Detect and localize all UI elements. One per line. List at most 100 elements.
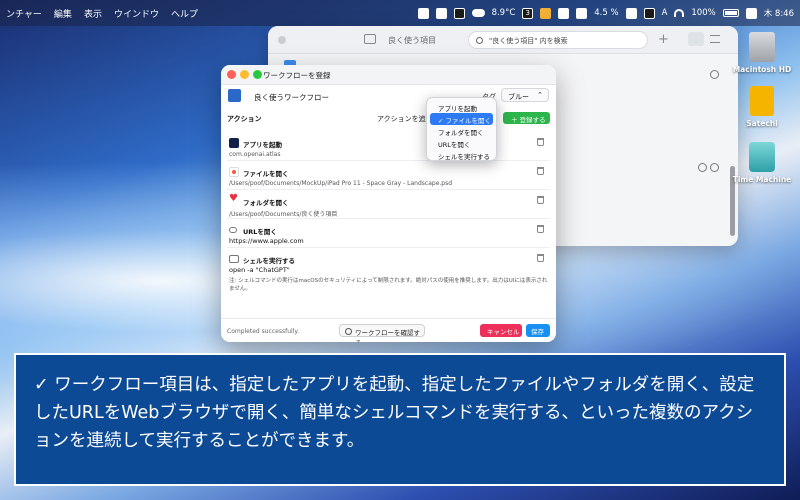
link-icon	[229, 227, 237, 233]
menu-bar: ンチャー 編集 表示 ウインドウ ヘルプ 8.9°C 3 4.5 % A 100…	[0, 0, 800, 26]
action-value: /Users/poof/Documents/MockUp/iPad Pro 11…	[229, 180, 453, 187]
zoom-button[interactable]	[253, 70, 262, 79]
battery-icon[interactable]	[722, 9, 739, 17]
cancel-button[interactable]: キャンセル	[480, 324, 522, 337]
menu-item-open-folder[interactable]: フォルダを開く	[427, 125, 496, 137]
action-name: シェルを実行する	[243, 257, 295, 265]
action-list: アプリを起動 com.openai.atlas ファイルを開く /Users/p…	[227, 132, 550, 292]
temperature[interactable]: 8.9°C	[492, 8, 516, 18]
disk-icon[interactable]	[576, 7, 588, 19]
minimize-button[interactable]	[240, 70, 249, 79]
trash-icon[interactable]	[537, 138, 544, 146]
search-input[interactable]: "良く使う項目" 内を検索	[468, 31, 648, 49]
caption-box: ✓ ワークフロー項目は、指定したアプリを起動、指定したファイルやフォルダを開く、…	[14, 353, 786, 486]
add-icon[interactable]: +	[658, 32, 669, 47]
menu-window[interactable]: ウインドウ	[114, 7, 159, 20]
battery-percent[interactable]: 100%	[691, 8, 715, 18]
menu-edit[interactable]: 編集	[54, 7, 72, 20]
desktop-icon-macintosh-hd[interactable]: Macintosh HD	[729, 32, 795, 74]
workflow-name-row: 良く使うワークフロー タグ ブルー	[227, 87, 550, 107]
dialog-footer: Completed successfully. ワークフローを確認する キャンセ…	[221, 318, 556, 342]
add-action-menu: アプリを起動 ✓ ファイルを開く フォルダを開く URLを開く シェルを実行する	[426, 97, 497, 161]
usb-drive-icon	[750, 86, 774, 116]
rocket-icon[interactable]	[435, 7, 447, 19]
status-area: 8.9°C 3 4.5 % A 100% 木 8:46	[417, 7, 794, 19]
workflow-name-field[interactable]: 良く使うワークフロー	[254, 92, 329, 103]
search-icon	[476, 37, 483, 44]
action-name: URLを開く	[243, 228, 277, 236]
desktop-icon-satechi[interactable]: Satechi	[729, 86, 795, 128]
desktop-icon-label: Time Machine	[732, 175, 792, 184]
notes-icon[interactable]	[540, 7, 552, 19]
menu-item-open-file[interactable]: ✓ ファイルを開く	[430, 113, 493, 125]
menu-item-open-url[interactable]: URLを開く	[427, 137, 496, 149]
chevron-circle-icon-2[interactable]	[710, 163, 719, 172]
trash-icon[interactable]	[625, 7, 637, 19]
app-icon[interactable]	[417, 7, 429, 19]
box-icon[interactable]	[558, 7, 570, 19]
action-name: アプリを起動	[243, 141, 282, 149]
dark-circle-icon[interactable]	[453, 7, 465, 19]
app-icon	[229, 138, 239, 148]
caption-text: ✓ ワークフロー項目は、指定したアプリを起動、指定したファイルやフォルダを開く、…	[34, 375, 755, 451]
action-open-url[interactable]: URLを開く https://www.apple.com	[227, 219, 550, 248]
action-open-file[interactable]: ファイルを開く /Users/poof/Documents/MockUp/iPa…	[227, 161, 550, 190]
desktop-icon-label: Satechi	[746, 119, 778, 128]
pen-icon[interactable]	[643, 7, 655, 19]
action-name: フォルダを開く	[243, 199, 289, 207]
add-action-label: アクションを追加	[377, 115, 433, 123]
menu-app[interactable]: ンチャー	[6, 7, 42, 20]
action-value: com.openai.atlas	[229, 151, 281, 158]
list-view-icon[interactable]	[710, 35, 720, 43]
desktop-icon-label: Macintosh HD	[732, 65, 792, 74]
window-dot[interactable]	[278, 36, 286, 44]
action-note: 注: シェルコマンドの実行はmacOSのセキュリティによって制限されます。絶対パ…	[229, 278, 548, 292]
check-workflow-label: ワークフローを確認する	[355, 329, 420, 342]
actions-label: アクション	[227, 115, 262, 123]
menu-view[interactable]: 表示	[84, 7, 102, 20]
checkmark-circle-icon	[345, 328, 352, 335]
heart-icon: ♥	[229, 193, 238, 204]
dialog-titlebar: ワークフローを登録	[221, 65, 556, 85]
badge-count[interactable]: 3	[522, 7, 534, 19]
background-window-title: 良く使う項目	[388, 36, 436, 45]
search-placeholder: "良く使う項目" 内を検索	[489, 37, 568, 45]
trash-icon[interactable]	[537, 225, 544, 233]
sidebar-toggle-icon[interactable]	[364, 34, 376, 44]
dialog-title: ワークフローを登録	[263, 71, 331, 80]
cloud-icon[interactable]	[471, 9, 485, 17]
menu-item-run-shell[interactable]: シェルを実行する	[427, 149, 496, 161]
action-name: ファイルを開く	[243, 170, 289, 178]
save-button[interactable]: 保存	[526, 324, 550, 337]
clock[interactable]: 木 8:46	[764, 7, 794, 19]
wifi-icon[interactable]	[674, 9, 685, 17]
menu-item-launch-app[interactable]: アプリを起動	[427, 101, 496, 113]
register-button[interactable]: ＋ 登録する	[503, 112, 550, 124]
input-source[interactable]: A	[662, 8, 668, 18]
register-workflow-dialog: ワークフローを登録 良く使うワークフロー タグ ブルー アクション アクションを…	[221, 65, 556, 342]
action-value: https://www.apple.com	[229, 237, 304, 245]
check-workflow-button[interactable]: ワークフローを確認する	[339, 324, 425, 342]
actions-header: アクション アクションを追加 ＋ 登録する	[227, 111, 550, 127]
file-icon	[229, 167, 239, 177]
workflow-icon[interactable]	[228, 89, 241, 102]
action-value: open -a "ChatGPT"	[229, 266, 290, 274]
action-open-folder[interactable]: ♥ フォルダを開く /Users/poof/Documents/良く使う項目	[227, 190, 550, 219]
trash-icon[interactable]	[537, 254, 544, 262]
plus-circle-icon[interactable]	[698, 163, 707, 172]
terminal-icon	[229, 255, 239, 263]
action-launch-app[interactable]: アプリを起動 com.openai.atlas	[227, 132, 550, 161]
trash-icon[interactable]	[537, 196, 544, 204]
background-toolbar: 良く使う項目 "良く使う項目" 内を検索 +	[268, 26, 738, 54]
control-center-icon[interactable]	[745, 7, 757, 19]
close-button[interactable]	[227, 70, 236, 79]
time-machine-icon	[749, 142, 775, 172]
desktop-icon-time-machine[interactable]: Time Machine	[729, 142, 795, 184]
storage-percent[interactable]: 4.5 %	[594, 8, 618, 18]
action-run-shell[interactable]: シェルを実行する open -a "ChatGPT" 注: シェルコマンドの実行…	[227, 248, 550, 292]
grid-view-icon[interactable]	[688, 32, 704, 46]
menu-help[interactable]: ヘルプ	[171, 7, 198, 20]
tag-select[interactable]: ブルー	[501, 88, 549, 102]
chevron-circle-icon[interactable]	[710, 70, 719, 79]
trash-icon[interactable]	[537, 167, 544, 175]
